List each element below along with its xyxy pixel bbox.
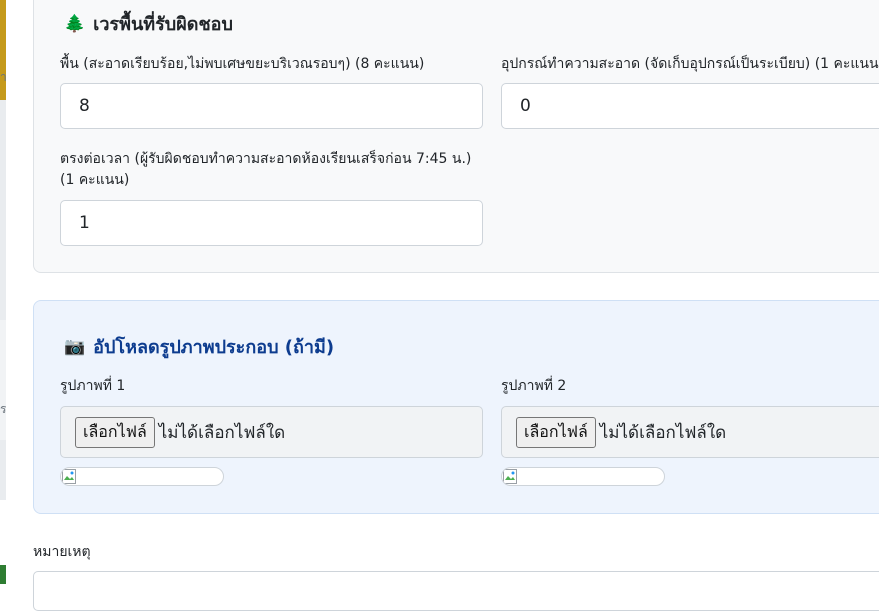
photo2-label: รูปภาพที่ 2 <box>501 378 567 394</box>
sidebar-segment <box>0 320 6 440</box>
camera-icon: 📷 <box>64 336 86 357</box>
duty-title-text: เวรพื้นที่รับผิดชอบ <box>93 14 233 35</box>
equipment-score-input[interactable]: 0 <box>501 83 879 129</box>
broken-image-icon <box>62 469 76 484</box>
floor-score-value: 8 <box>79 96 90 116</box>
broken-image-icon <box>503 469 517 484</box>
sidebar-segment <box>0 100 6 320</box>
note-label: หมายเหตุ <box>33 544 91 560</box>
sidebar-edge: า ร <box>0 0 6 584</box>
tree-icon: 🌲 <box>64 13 86 34</box>
photo1-choose-file-button[interactable]: เลือกไฟล์ <box>75 416 155 448</box>
photo2-choose-file-button[interactable]: เลือกไฟล์ <box>516 416 596 448</box>
punctual-label: ตรงต่อเวลา (ผู้รับผิดชอบทำความสะอาดห้องเ… <box>60 151 472 188</box>
duty-section-title: 🌲 เวรพื้นที่รับผิดชอบ <box>64 9 233 38</box>
photo2-file-input[interactable]: เลือกไฟล์ ไม่ได้เลือกไฟล์ใด <box>501 406 879 458</box>
sidebar-segment <box>0 440 6 500</box>
photo1-label: รูปภาพที่ 1 <box>60 378 126 394</box>
upload-section-title: 📷 อัปโหลดรูปภาพประกอบ (ถ้ามี) <box>64 332 334 361</box>
note-textarea[interactable] <box>33 571 879 611</box>
upload-title-text: อัปโหลดรูปภาพประกอบ (ถ้ามี) <box>93 337 335 358</box>
equipment-label: อุปกรณ์ทำความสะอาด (จัดเก็บอุปกรณ์เป็นระ… <box>501 56 879 72</box>
photo2-preview <box>501 467 665 486</box>
photo1-file-status: ไม่ได้เลือกไฟล์ใด <box>158 422 286 443</box>
equipment-score-value: 0 <box>520 96 531 116</box>
floor-score-input[interactable]: 8 <box>60 83 483 129</box>
punctual-score-input[interactable]: 1 <box>60 200 483 246</box>
sidebar-text-fragment: ร <box>0 402 6 416</box>
photo1-file-input[interactable]: เลือกไฟล์ ไม่ได้เลือกไฟล์ใด <box>60 406 483 458</box>
photo1-preview <box>60 467 224 486</box>
photo2-file-status: ไม่ได้เลือกไฟล์ใด <box>599 422 727 443</box>
sidebar-text-fragment: า <box>0 70 6 84</box>
sidebar-segment <box>0 565 6 584</box>
duty-area-card: 🌲 เวรพื้นที่รับผิดชอบ พื้น (สะอาดเรียบร้… <box>33 0 879 273</box>
upload-card: 📷 อัปโหลดรูปภาพประกอบ (ถ้ามี) รูปภาพที่ … <box>33 300 879 514</box>
punctual-score-value: 1 <box>79 213 90 233</box>
floor-label: พื้น (สะอาดเรียบร้อย,ไม่พบเศษขยะบริเวณรอ… <box>60 56 425 72</box>
